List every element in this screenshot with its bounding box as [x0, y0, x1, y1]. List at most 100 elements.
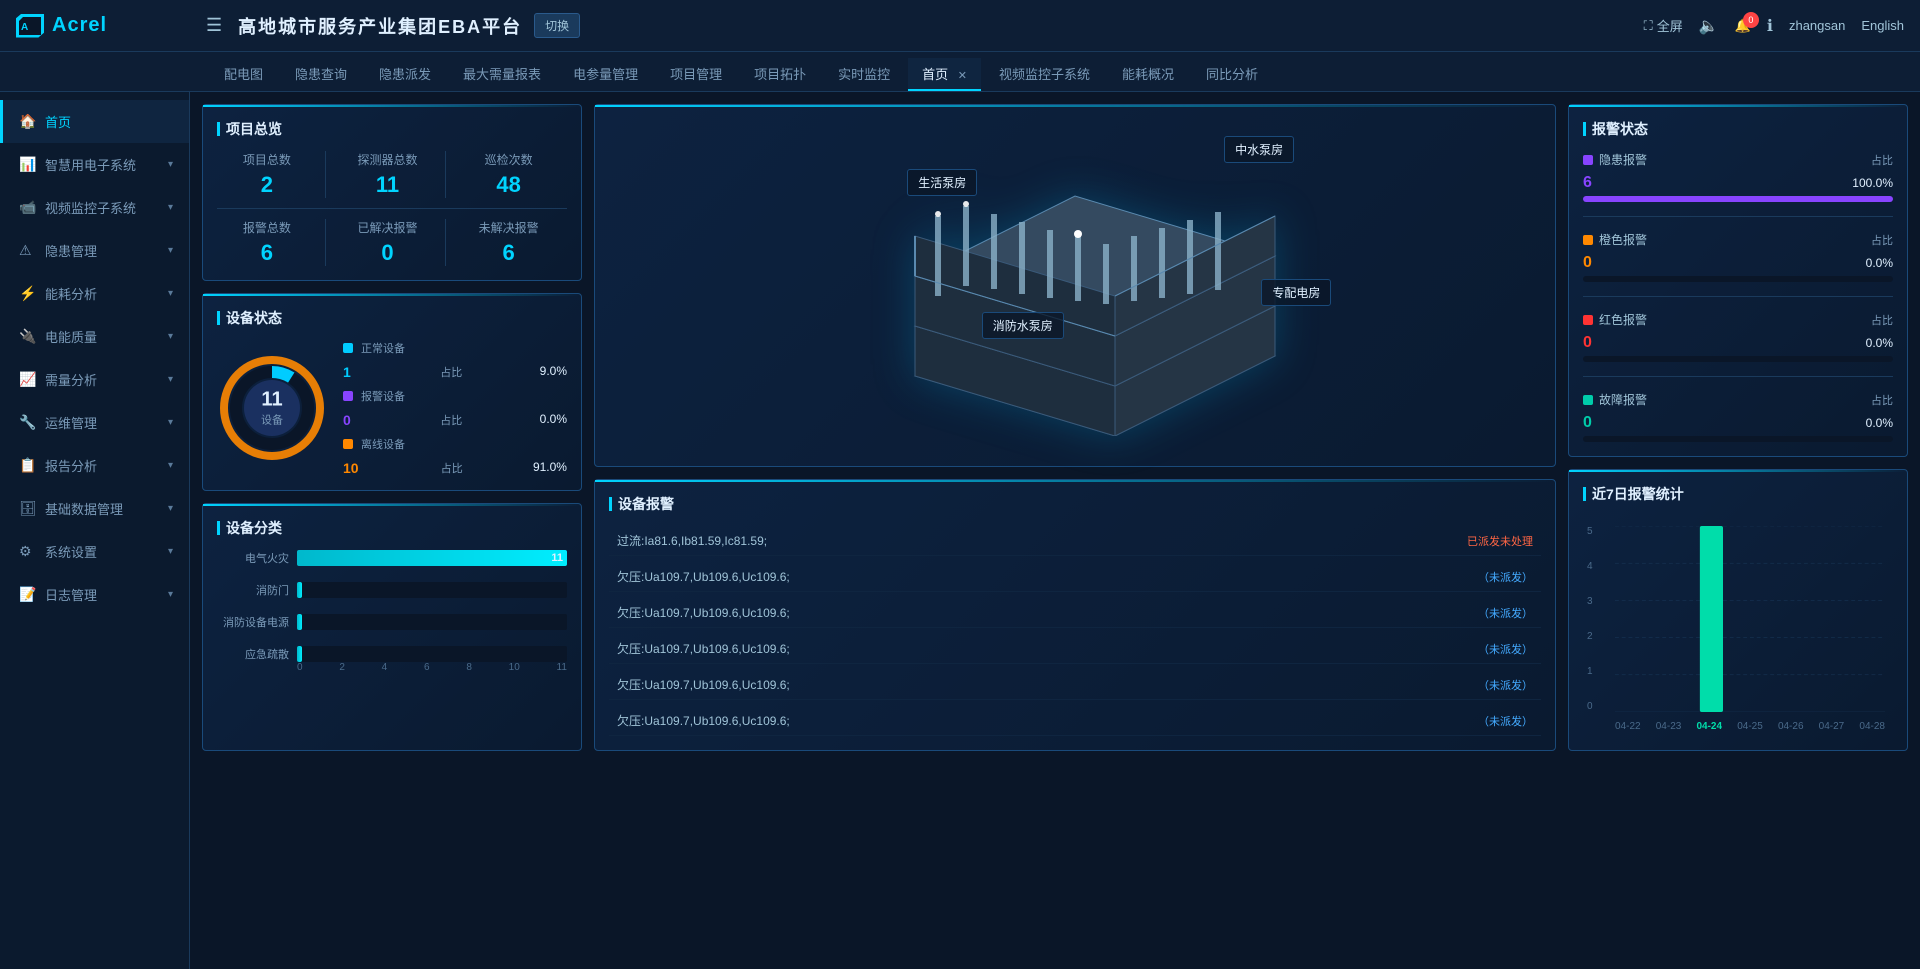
red-alarm-label: 红色报警	[1599, 311, 1647, 328]
stat-inspection-label: 巡检次数	[458, 151, 559, 168]
legend-offline: 离线设备	[343, 436, 567, 452]
chevron-down-icon-8: ▾	[168, 460, 173, 471]
fullscreen-icon: ⛶	[1644, 18, 1653, 34]
hidden-dot	[1583, 155, 1593, 165]
label-power-room-text: 专配电房	[1272, 286, 1320, 300]
sidebar-item-home[interactable]: 🏠 首页	[0, 100, 189, 143]
log-icon: 📝	[19, 586, 35, 603]
tab-tongbi[interactable]: 同比分析	[1192, 58, 1272, 91]
x-label-0422: 04-22	[1615, 721, 1641, 732]
tab-yinhuanpafa[interactable]: 隐患派发	[365, 58, 445, 91]
sidebar-item-energy[interactable]: ⚡ 能耗分析 ▾	[0, 272, 189, 315]
label-power-room: 专配电房	[1261, 279, 1331, 306]
tab-maxdemand[interactable]: 最大需量报表	[449, 58, 555, 91]
cat-item-fire-door: 消防门	[217, 582, 567, 598]
orange-pct-label: 占比	[1871, 232, 1893, 248]
hidden-pct-label: 占比	[1871, 152, 1893, 168]
sidebar-label-maintenance: 运维管理	[45, 413, 168, 432]
sidebar-item-basedata[interactable]: 🗄 基础数据管理 ▾	[0, 487, 189, 530]
fullscreen-button[interactable]: ⛶ 全屏	[1644, 16, 1683, 35]
orange-alarm-label: 橙色报警	[1599, 231, 1647, 248]
cat-bar-fire-power	[297, 614, 302, 630]
language-selector[interactable]: English	[1861, 18, 1904, 33]
orange-count: 0	[1583, 254, 1592, 272]
tab-yinhuanchaxun[interactable]: 隐患查询	[281, 58, 361, 91]
sidebar-item-maintenance[interactable]: 🔧 运维管理 ▾	[0, 401, 189, 444]
fault-dot	[1583, 395, 1593, 405]
x-label-0426: 04-26	[1778, 721, 1804, 732]
sidebar-item-settings[interactable]: ⚙ 系统设置 ▾	[0, 530, 189, 573]
device-status-card: 设备状态 11	[202, 293, 582, 491]
y-label-0: 0	[1587, 701, 1593, 712]
power-icon: 🔌	[19, 328, 35, 345]
alarm-item-1: 欠压:Ua109.7,Ub109.6,Uc109.6; （未派发）	[609, 562, 1541, 592]
alarm-desc-0: 过流:Ia81.6,Ib81.59,Ic81.59;	[617, 532, 767, 549]
alarm-item-5: 欠压:Ua109.7,Ub109.6,Uc109.6; （未派发）	[609, 706, 1541, 736]
tab-close-icon[interactable]: ✕	[958, 70, 967, 82]
smartelectric-icon: 📊	[19, 156, 35, 173]
chevron-down-icon-5: ▾	[168, 331, 173, 342]
hamburger-icon[interactable]: ☰	[206, 15, 222, 36]
fullscreen-label: 全屏	[1657, 16, 1683, 35]
tab-videomonitor[interactable]: 视频监控子系统	[985, 58, 1104, 91]
device-alarms-title: 设备报警	[609, 494, 1541, 514]
device-status-content: 11 设备 正常设备 1 占比 9.0%	[217, 340, 567, 476]
sidebar-item-videomonitor[interactable]: 📹 视频监控子系统 ▾	[0, 186, 189, 229]
sidebar-label-smartelectric: 智慧用电子系统	[45, 155, 168, 174]
stat-alarm-total-label: 报警总数	[217, 219, 317, 236]
donut-chart: 11 设备	[217, 353, 327, 463]
device-legend: 正常设备 1 占比 9.0% 报警设备 0	[343, 340, 567, 476]
warning-icon: ⚠	[19, 242, 35, 259]
notification-button[interactable]: 🔔 0	[1735, 18, 1751, 34]
tab-diancanliangguanli[interactable]: 电参量管理	[559, 58, 652, 91]
chevron-down-icon-4: ▾	[168, 288, 173, 299]
chevron-down-icon: ▾	[168, 159, 173, 170]
sidebar-item-hazard[interactable]: ⚠ 隐患管理 ▾	[0, 229, 189, 272]
tab-shishijiankong[interactable]: 实时监控	[824, 58, 904, 91]
stat-project-count: 项目总数 2	[217, 151, 326, 198]
stat-project-count-value: 2	[217, 172, 317, 198]
sidebar-item-logs[interactable]: 📝 日志管理 ▾	[0, 573, 189, 616]
database-icon: 🗄	[19, 500, 35, 517]
info-icon[interactable]: ℹ	[1767, 16, 1773, 36]
tab-shouye[interactable]: 首页 ✕	[908, 58, 981, 91]
sidebar-item-powquality[interactable]: 🔌 电能质量 ▾	[0, 315, 189, 358]
donut-total: 11	[261, 389, 283, 412]
axis-2: 2	[339, 662, 345, 673]
axis-10: 10	[509, 662, 520, 673]
tab-xiangmuguanli[interactable]: 项目管理	[656, 58, 736, 91]
cat-axis: 0 2 4 6 8 10 11	[217, 662, 567, 673]
sidebar-item-smartelectric[interactable]: 📊 智慧用电子系统 ▾	[0, 143, 189, 186]
cat-label-electric: 电气火灾	[217, 550, 289, 566]
volume-icon[interactable]: 🔈	[1699, 16, 1719, 36]
alarm-header-fault: 故障报警 占比	[1583, 391, 1893, 408]
fault-bar-bg	[1583, 436, 1893, 442]
cat-item-emergency: 应急疏散	[217, 646, 567, 662]
chevron-down-icon-7: ▾	[168, 417, 173, 428]
tab-xiangmutuopu[interactable]: 项目拓扑	[740, 58, 820, 91]
tab-peidianytu[interactable]: 配电图	[210, 58, 277, 91]
demand-icon: 📈	[19, 371, 35, 388]
x-label-0423: 04-23	[1656, 721, 1682, 732]
logo-text: Acrel	[52, 14, 107, 37]
topbar: A Acrel ☰ 高地城市服务产业集团EBA平台 切换 ⛶ 全屏 🔈 🔔 0 …	[0, 0, 1920, 52]
sidebar-item-demand[interactable]: 📈 需量分析 ▾	[0, 358, 189, 401]
axis-8: 8	[466, 662, 472, 673]
tab-nenghao[interactable]: 能耗概况	[1108, 58, 1188, 91]
logo-area: A Acrel	[16, 14, 206, 38]
switch-button[interactable]: 切换	[534, 13, 580, 38]
offline-label: 离线设备	[361, 436, 421, 452]
alarm-item-4: 欠压:Ua109.7,Ub109.6,Uc109.6; （未派发）	[609, 670, 1541, 700]
sidebar-item-reports[interactable]: 📋 报告分析 ▾	[0, 444, 189, 487]
fault-alarm-label: 故障报警	[1599, 391, 1647, 408]
project-overview-card: 项目总览 项目总数 2 探测器总数 11 巡检次数 48	[202, 104, 582, 281]
stat-inspection-value: 48	[458, 172, 559, 198]
cat-bar-emergency-bg	[297, 646, 567, 662]
main-layout: 🏠 首页 📊 智慧用电子系统 ▾ 📹 视频监控子系统 ▾ ⚠ 隐患管理 ▾ ⚡ …	[0, 92, 1920, 969]
cat-bar-fire-power-bg	[297, 614, 567, 630]
label-fire-pump-text: 消防水泵房	[993, 319, 1053, 333]
legend-normal: 正常设备	[343, 340, 567, 356]
label-living-pump-text: 生活泵房	[918, 176, 966, 190]
label-fire-pump: 消防水泵房	[982, 312, 1064, 339]
sidebar-label-videomonitor: 视频监控子系统	[45, 198, 168, 217]
